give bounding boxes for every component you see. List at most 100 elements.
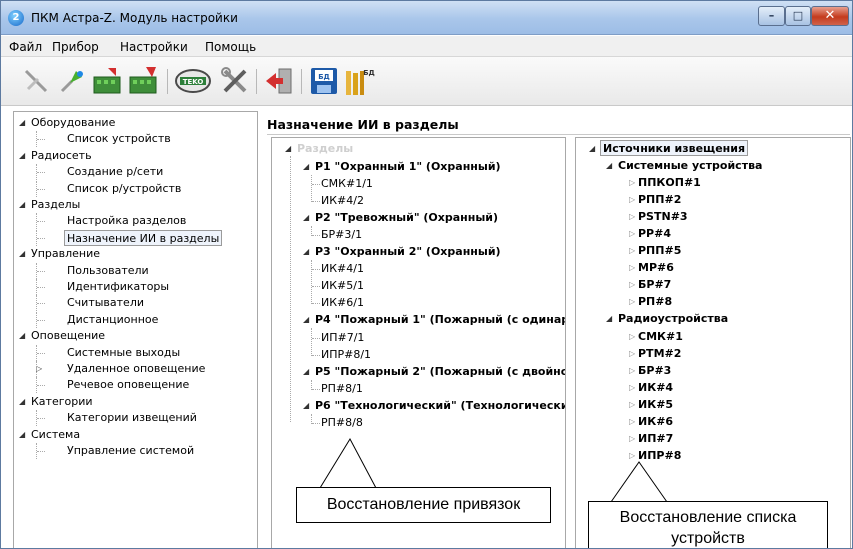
sections-root[interactable]: Разделы xyxy=(297,141,353,157)
collapse-arrow-icon[interactable]: ▷ xyxy=(629,380,635,396)
source-item[interactable]: ИК#5 xyxy=(638,397,673,413)
collapse-arrow-icon[interactable]: ▷ xyxy=(629,277,635,293)
collapse-arrow-icon[interactable]: ▷ xyxy=(629,243,635,259)
tree-node-11[interactable]: Считыватели xyxy=(67,295,144,311)
collapse-arrow-icon[interactable]: ▷ xyxy=(629,294,635,310)
source-item[interactable]: РП#8 xyxy=(638,294,672,310)
tree-node-10[interactable]: Идентификаторы xyxy=(67,279,169,295)
collapse-arrow-icon[interactable]: ▷ xyxy=(629,448,635,464)
section-item[interactable]: ИК#4/1 xyxy=(321,261,364,277)
expand-arrow-icon[interactable]: ◢ xyxy=(19,197,25,213)
tools-button[interactable] xyxy=(219,65,251,97)
save-db-button[interactable]: БД xyxy=(308,65,340,97)
collapse-arrow-icon[interactable]: ▷ xyxy=(629,209,635,225)
collapse-arrow-icon[interactable]: ▷ xyxy=(629,397,635,413)
section-item[interactable]: ИП#7/1 xyxy=(321,330,364,346)
section-item[interactable]: РП#8/1 xyxy=(321,381,363,397)
section-node[interactable]: P4 "Пожарный 1" (Пожарный (с одинар xyxy=(315,312,565,328)
source-item[interactable]: РТМ#2 xyxy=(638,346,681,362)
open-db-button[interactable]: БД xyxy=(344,65,376,97)
source-item[interactable]: ИПР#8 xyxy=(638,448,681,464)
section-node[interactable]: P3 "Охранный 2" (Охранный) xyxy=(315,244,501,260)
expand-arrow-icon[interactable]: ◢ xyxy=(303,159,309,175)
tree-node-8[interactable]: Управление xyxy=(31,246,100,262)
source-item[interactable]: БР#7 xyxy=(638,277,671,293)
collapse-arrow-icon[interactable]: ▷ xyxy=(629,329,635,345)
expand-arrow-icon[interactable]: ◢ xyxy=(285,141,291,157)
disconnect-button[interactable] xyxy=(20,65,52,97)
write-device-button[interactable] xyxy=(128,65,160,97)
collapse-arrow-icon[interactable]: ▷ xyxy=(629,260,635,276)
tree-node-17[interactable]: Категории xyxy=(31,394,93,410)
source-item[interactable]: СМК#1 xyxy=(638,329,683,345)
source-item[interactable]: ИК#6 xyxy=(638,414,673,430)
tree-node-12[interactable]: Дистанционное xyxy=(67,312,158,328)
close-button[interactable]: ✕ xyxy=(811,6,849,26)
sources-tree[interactable]: ◢ Источники извещения ◢ Системные устройств… xyxy=(575,137,851,548)
menu-settings[interactable]: Настройки xyxy=(120,40,188,54)
expand-arrow-icon[interactable]: ◢ xyxy=(19,148,25,164)
collapse-arrow-icon[interactable]: ▷ xyxy=(629,346,635,362)
minimize-button[interactable]: – xyxy=(758,6,785,26)
expand-arrow-icon[interactable]: ◢ xyxy=(303,210,309,226)
tree-node-13[interactable]: Оповещение xyxy=(31,328,105,344)
expand-arrow-icon[interactable]: ◢ xyxy=(303,364,309,380)
title-bar[interactable]: 2 ПКМ Астра-Z. Модуль настройки – □ ✕ xyxy=(1,1,852,35)
menu-help[interactable]: Помощь xyxy=(205,40,256,54)
section-node[interactable]: P2 "Тревожный" (Охранный) xyxy=(315,210,498,226)
tree-node-19[interactable]: Система xyxy=(31,427,80,443)
teko-button[interactable]: TEKO xyxy=(173,65,213,97)
collapse-arrow-icon[interactable]: ▷ xyxy=(629,414,635,430)
expand-arrow-icon[interactable]: ◢ xyxy=(303,244,309,260)
tree-node-15[interactable]: Удаленное оповещение xyxy=(67,361,205,377)
expand-arrow-icon[interactable]: ◢ xyxy=(303,312,309,328)
navigation-tree[interactable]: ◢ Оборудование Список устройств ◢ Радиосеть С… xyxy=(13,111,258,548)
source-item[interactable]: PSTN#3 xyxy=(638,209,688,225)
tree-node-7[interactable]: Назначение ИИ в разделы xyxy=(64,229,223,246)
section-item[interactable]: ИК#5/1 xyxy=(321,278,364,294)
sources-root[interactable]: Источники извещения xyxy=(600,140,749,156)
expand-arrow-icon[interactable]: ◢ xyxy=(606,158,612,174)
source-item[interactable]: БР#3 xyxy=(638,363,671,379)
expand-arrow-icon[interactable]: ◢ xyxy=(303,398,309,414)
source-item[interactable]: РПП#5 xyxy=(638,243,681,259)
tree-node-18[interactable]: Категории извещений xyxy=(67,410,197,426)
collapse-arrow-icon[interactable]: ▷ xyxy=(629,431,635,447)
section-node[interactable]: P5 "Пожарный 2" (Пожарный (с двойно xyxy=(315,364,565,380)
section-node[interactable]: P6 "Технологический" (Технологически xyxy=(315,398,565,414)
tree-node-16[interactable]: Речевое оповещение xyxy=(67,377,189,393)
expand-arrow-icon[interactable]: ◢ xyxy=(19,394,25,410)
tree-node-3[interactable]: Создание р/сети xyxy=(67,164,163,180)
source-item[interactable]: ИК#4 xyxy=(638,380,673,396)
section-item[interactable]: СМК#1/1 xyxy=(321,176,373,192)
exit-button[interactable] xyxy=(263,65,295,97)
tree-node-1[interactable]: Список устройств xyxy=(67,131,171,147)
expand-arrow-icon[interactable]: ◢ xyxy=(19,115,25,131)
tree-node-5[interactable]: Разделы xyxy=(31,197,80,213)
collapse-arrow-icon[interactable]: ▷ xyxy=(629,192,635,208)
menu-file[interactable]: Файл xyxy=(9,40,42,54)
section-item[interactable]: ИК#4/2 xyxy=(321,193,364,209)
source-item[interactable]: МР#6 xyxy=(638,260,674,276)
expand-arrow-icon[interactable]: ◢ xyxy=(19,246,25,262)
collapse-arrow-icon[interactable]: ▷ xyxy=(629,175,635,191)
source-item[interactable]: ИП#7 xyxy=(638,431,673,447)
section-item[interactable]: РП#8/8 xyxy=(321,415,363,431)
tree-node-0[interactable]: Оборудование xyxy=(31,115,115,131)
section-item[interactable]: ИПР#8/1 xyxy=(321,347,371,363)
section-item[interactable]: ИК#6/1 xyxy=(321,295,364,311)
collapse-arrow-icon[interactable]: ▷ xyxy=(629,363,635,379)
tree-node-20[interactable]: Управление системой xyxy=(67,443,194,459)
section-node[interactable]: P1 "Охранный 1" (Охранный) xyxy=(315,159,501,175)
source-item[interactable]: ППКОП#1 xyxy=(638,175,701,191)
expand-arrow-icon[interactable]: ◢ xyxy=(606,311,612,327)
maximize-button[interactable]: □ xyxy=(785,6,811,26)
source-item[interactable]: РР#4 xyxy=(638,226,671,242)
expand-arrow-icon[interactable]: ◢ xyxy=(19,328,25,344)
tree-node-6[interactable]: Настройка разделов xyxy=(67,213,186,229)
tree-node-4[interactable]: Список р/устройств xyxy=(67,181,181,197)
menu-device[interactable]: Прибор xyxy=(52,40,99,54)
tree-node-2[interactable]: Радиосеть xyxy=(31,148,92,164)
section-item[interactable]: БР#3/1 xyxy=(321,227,362,243)
source-group[interactable]: Радиоустройства xyxy=(618,311,728,327)
